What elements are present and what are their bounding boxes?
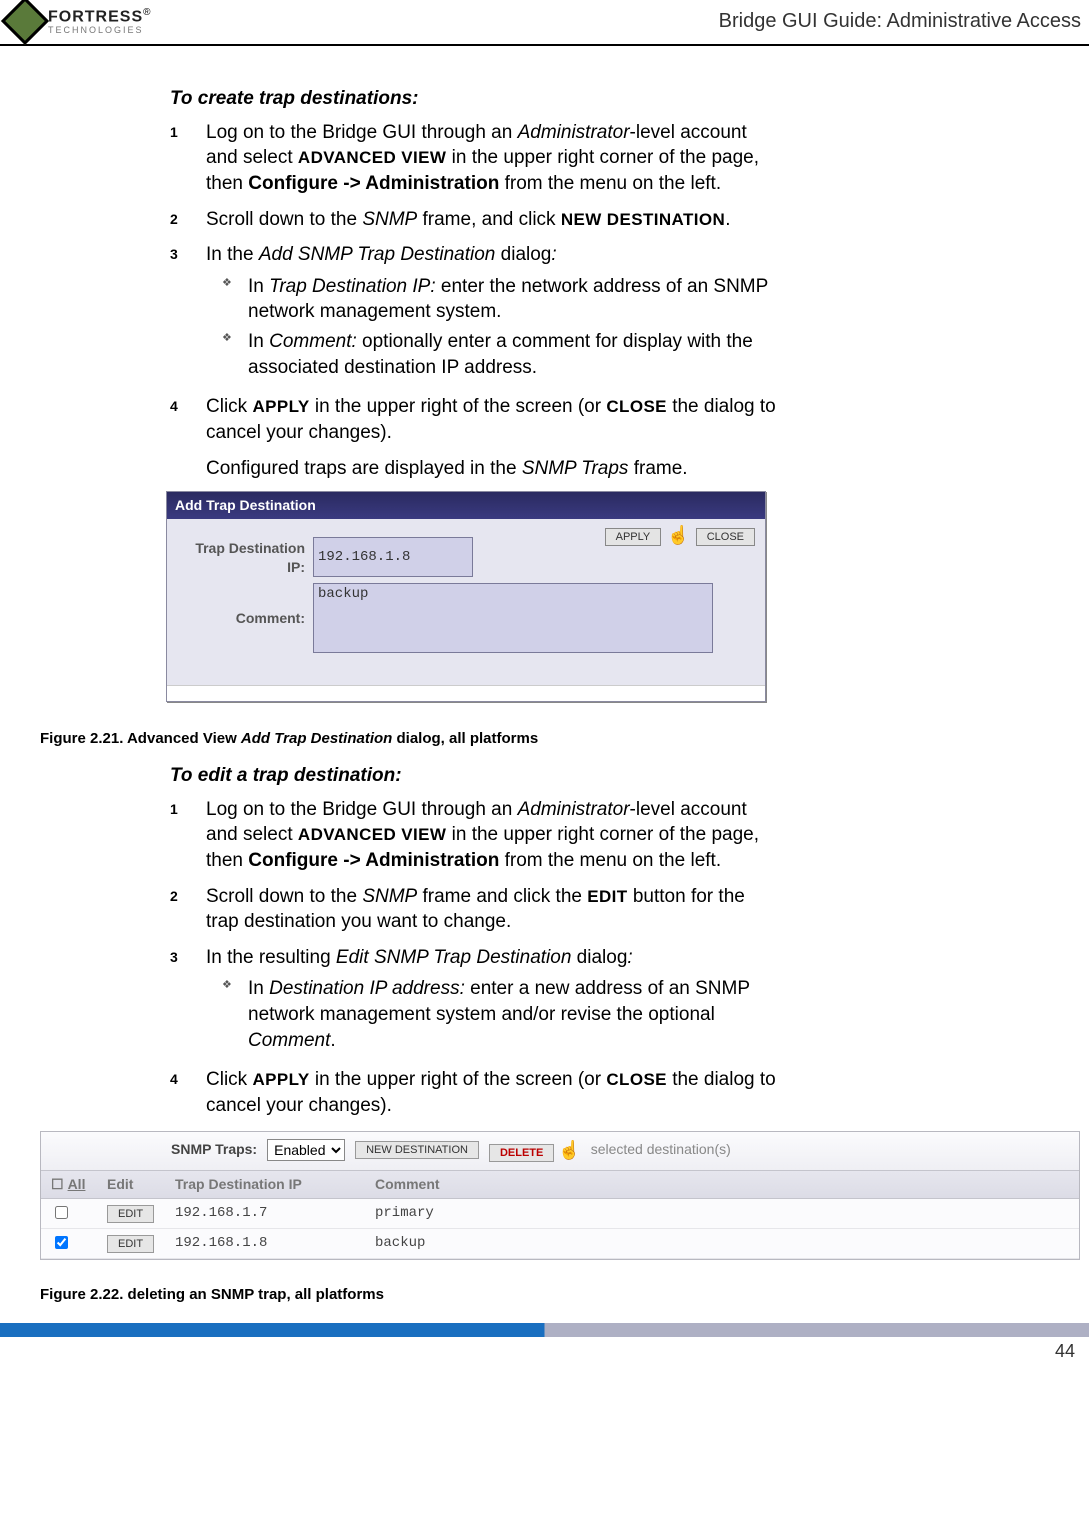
step-body: In the Add SNMP Trap Destination dialog:…	[206, 242, 780, 384]
selected-destinations-text: selected destination(s)	[591, 1140, 731, 1159]
header-all[interactable]: ☐All	[51, 1175, 107, 1194]
section2-title: To edit a trap destination:	[170, 763, 780, 789]
step-number: 4	[170, 1067, 206, 1118]
header-doc-title: Bridge GUI Guide: Administrative Access	[719, 10, 1081, 33]
row-comment: primary	[375, 1204, 1069, 1223]
new-destination-button[interactable]: NEW DESTINATION	[355, 1141, 479, 1159]
step-number: 1	[170, 797, 206, 874]
row-comment: backup	[375, 1234, 1069, 1253]
header-comment: Comment	[375, 1175, 1069, 1194]
label-trap-ip: Trap Destination IP:	[181, 537, 313, 577]
table-row: EDIT 192.168.1.7 primary	[41, 1199, 1079, 1229]
section2-steps: 1 Log on to the Bridge GUI through an Ad…	[170, 797, 780, 1119]
edit-button[interactable]: EDIT	[107, 1235, 154, 1253]
trap-ip-input[interactable]	[313, 537, 473, 577]
dialog-title: Add Trap Destination	[167, 492, 765, 519]
header-edit: Edit	[107, 1175, 175, 1194]
step-body: Log on to the Bridge GUI through an Admi…	[206, 120, 780, 197]
header-ip: Trap Destination IP	[175, 1175, 375, 1194]
brand-logo: FORTRESS® TECHNOLOGIES	[8, 4, 151, 38]
step-body: Click APPLY in the upper right of the sc…	[206, 1067, 780, 1118]
label-comment: Comment:	[181, 583, 313, 628]
step-body: In the resulting Edit SNMP Trap Destinat…	[206, 945, 780, 1058]
page-footer-bar	[0, 1323, 1089, 1337]
apply-button[interactable]: APPLY	[605, 528, 662, 546]
step-number: 2	[170, 884, 206, 935]
figure-2-22-caption: Figure 2.22. deleting an SNMP trap, all …	[40, 1286, 1089, 1303]
close-button[interactable]: CLOSE	[696, 528, 755, 546]
comment-input[interactable]: backup	[313, 583, 713, 653]
step-number: 3	[170, 945, 206, 1058]
cursor-icon: ☝	[558, 1140, 580, 1160]
page-header: FORTRESS® TECHNOLOGIES Bridge GUI Guide:…	[0, 0, 1089, 46]
row-checkbox[interactable]	[55, 1206, 68, 1219]
snmp-traps-label: SNMP Traps:	[171, 1140, 257, 1159]
step-body: Log on to the Bridge GUI through an Admi…	[206, 797, 780, 874]
step-body: Scroll down to the SNMP frame and click …	[206, 884, 780, 935]
cursor-icon: ☝	[667, 523, 689, 547]
row-ip: 192.168.1.7	[175, 1204, 375, 1223]
edit-button[interactable]: EDIT	[107, 1205, 154, 1223]
section1-title: To create trap destinations:	[170, 86, 780, 112]
brand-main: FORTRESS	[48, 9, 143, 26]
figure-2-21-caption: Figure 2.21. Advanced View Add Trap Dest…	[40, 730, 1089, 747]
row-checkbox[interactable]	[55, 1236, 68, 1249]
page-number: 44	[0, 1337, 1089, 1372]
add-trap-dialog: Add Trap Destination APPLY ☝ CLOSE Trap …	[166, 491, 766, 702]
step-body: Click APPLY in the upper right of the sc…	[206, 394, 780, 445]
snmp-traps-select[interactable]: Enabled	[267, 1139, 345, 1161]
delete-button[interactable]: DELETE	[489, 1144, 554, 1162]
logo-icon	[1, 0, 49, 45]
table-row: EDIT 192.168.1.8 backup	[41, 1229, 1079, 1259]
checkbox-all-icon[interactable]: ☐	[51, 1175, 64, 1194]
row-ip: 192.168.1.8	[175, 1234, 375, 1253]
step-number: 1	[170, 120, 206, 197]
step-body: Scroll down to the SNMP frame, and click…	[206, 207, 780, 233]
section1-trail: Configured traps are displayed in the SN…	[206, 456, 780, 482]
section1-steps: 1 Log on to the Bridge GUI through an Ad…	[170, 120, 780, 446]
step-number: 4	[170, 394, 206, 445]
step-number: 3	[170, 242, 206, 384]
brand-sub: TECHNOLOGIES	[48, 25, 151, 35]
step-number: 2	[170, 207, 206, 233]
snmp-traps-panel: SNMP Traps: Enabled NEW DESTINATION DELE…	[40, 1131, 1080, 1260]
